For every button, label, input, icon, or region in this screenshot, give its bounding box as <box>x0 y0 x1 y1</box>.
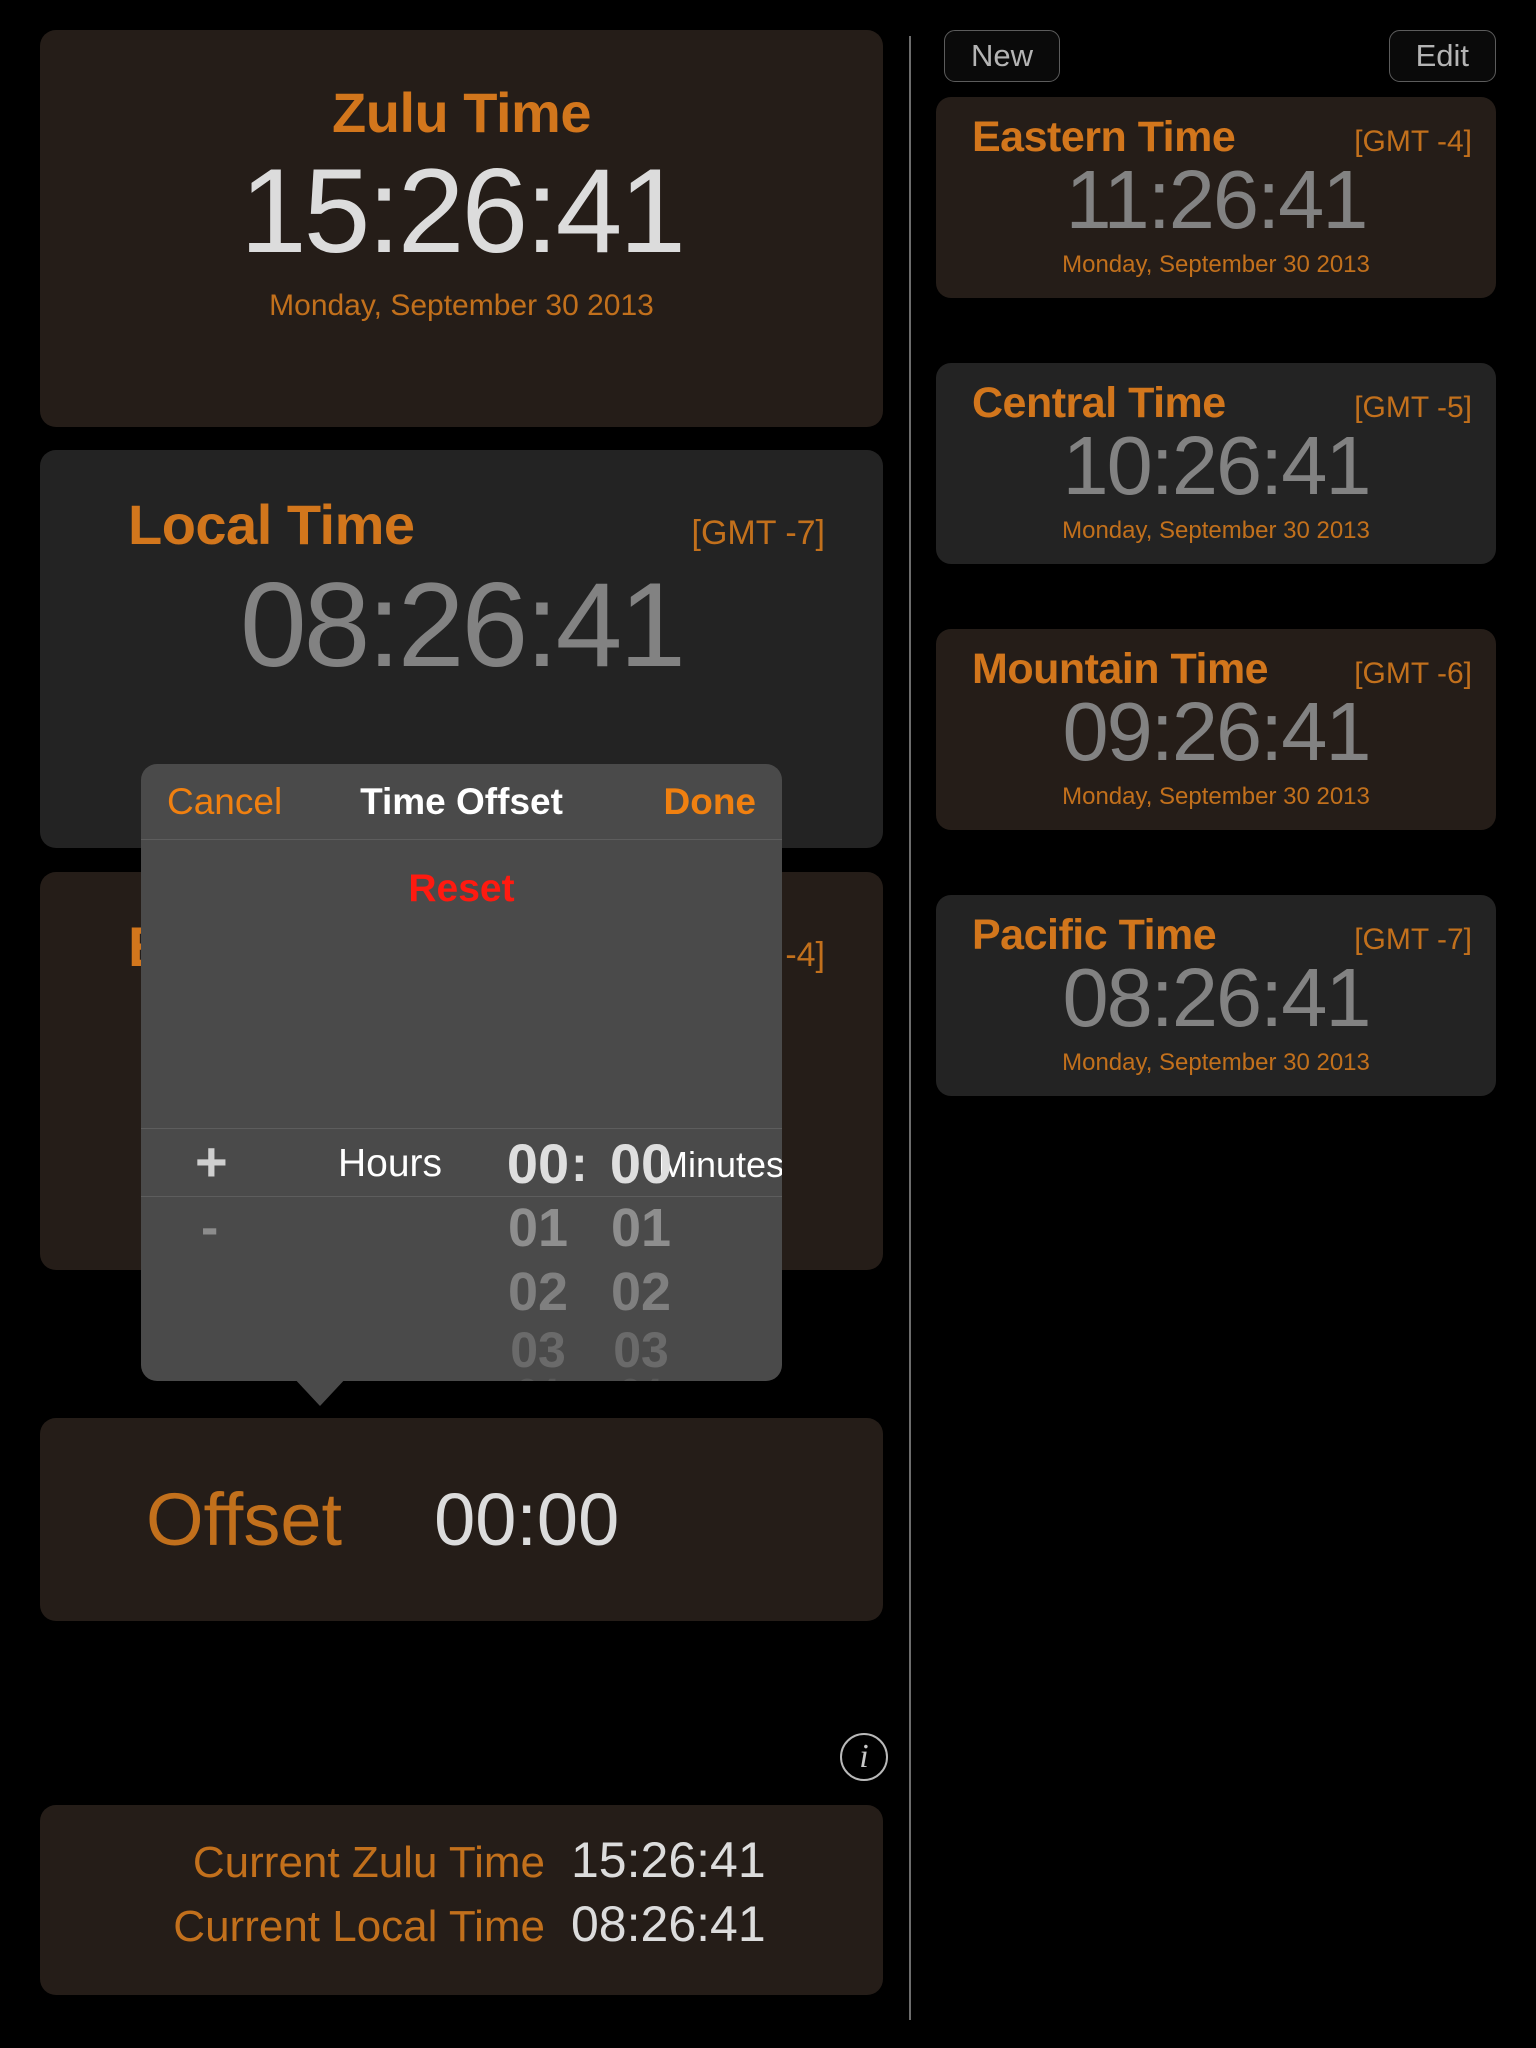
current-times-footer: Current Zulu Time 15:26:41 Current Local… <box>40 1805 883 1995</box>
zone-gmt: [GMT -6] <box>1354 657 1472 690</box>
zone-card-pacific[interactable]: Pacific Time [GMT -7] 08:26:41 Monday, S… <box>936 895 1496 1096</box>
minutes-wheel-item[interactable]: 03 <box>591 1324 691 1376</box>
current-local-label: Current Local Time <box>173 1902 545 1951</box>
minutes-wheel-item[interactable]: 02 <box>591 1260 691 1324</box>
cancel-button[interactable]: Cancel <box>167 781 282 823</box>
zulu-time-title: Zulu Time <box>332 81 591 144</box>
zone-date: Monday, September 30 2013 <box>1062 517 1370 544</box>
zone-card-central[interactable]: Central Time [GMT -5] 10:26:41 Monday, S… <box>936 363 1496 564</box>
offset-picker[interactable]: + - Hours Minutes : 00 01 02 03 04 00 01… <box>141 1128 782 1381</box>
zone-gmt: [GMT -7] <box>1354 923 1472 956</box>
hours-wheel-item[interactable]: 02 <box>488 1260 588 1324</box>
zone-gmt: [GMT -5] <box>1354 391 1472 424</box>
local-time-gmt: [GMT -7] <box>691 514 826 552</box>
edit-button[interactable]: Edit <box>1388 30 1496 82</box>
local-time-title: Local Time <box>128 493 415 556</box>
current-zulu-value: 15:26:41 <box>571 1832 766 1888</box>
hours-wheel-item[interactable]: 03 <box>488 1324 588 1376</box>
minutes-wheel-item[interactable]: 00 <box>591 1132 691 1196</box>
zone-time: 10:26:41 <box>1062 419 1371 512</box>
right-toolbar: New Edit <box>932 30 1496 82</box>
zone-date: Monday, September 30 2013 <box>1062 251 1370 278</box>
offset-card[interactable]: Offset 00:00 <box>40 1418 883 1621</box>
time-offset-popover: Cancel Time Offset Done Reset + - Hours … <box>141 764 782 1381</box>
footer-row: Current Local Time 08:26:41 <box>40 1895 883 1953</box>
zone-time: 08:26:41 <box>1062 951 1371 1044</box>
plus-sign-row-label[interactable]: + <box>195 1134 228 1190</box>
zone-date: Monday, September 30 2013 <box>1062 783 1370 810</box>
minutes-wheel[interactable]: 00 01 02 03 04 <box>591 1132 691 1381</box>
zone-card-eastern[interactable]: Eastern Time [GMT -4] 11:26:41 Monday, S… <box>936 97 1496 298</box>
offset-value: 00:00 <box>434 1478 620 1561</box>
local-time-header: Local Time [GMT -7] <box>40 450 883 557</box>
popover-arrow <box>292 1376 348 1406</box>
minutes-wheel-item[interactable]: 01 <box>591 1196 691 1260</box>
right-column: New Edit Eastern Time [GMT -4] 11:26:41 … <box>932 0 1536 2048</box>
current-local-value: 08:26:41 <box>571 1896 766 1952</box>
hours-wheel[interactable]: 00 01 02 03 04 <box>488 1132 588 1381</box>
minutes-wheel-item[interactable]: 04 <box>591 1374 691 1381</box>
hours-label: Hours <box>338 1142 443 1185</box>
zulu-time-value: 15:26:41 <box>239 144 686 278</box>
reset-button[interactable]: Reset <box>141 867 782 911</box>
zone-time: 09:26:41 <box>1062 685 1371 778</box>
zone-gmt: [GMT -4] <box>1354 125 1472 158</box>
zone-card-mountain[interactable]: Mountain Time [GMT -6] 09:26:41 Monday, … <box>936 629 1496 830</box>
current-zulu-label: Current Zulu Time <box>192 1838 545 1887</box>
picker-selection-top-rule <box>141 1128 782 1129</box>
popover-header: Cancel Time Offset Done <box>141 764 782 840</box>
hours-wheel-item[interactable]: 04 <box>488 1374 588 1381</box>
hours-wheel-item[interactable]: 01 <box>488 1196 588 1260</box>
zone-date: Monday, September 30 2013 <box>1062 1049 1370 1076</box>
zone-time: 11:26:41 <box>1065 153 1369 246</box>
zulu-time-card[interactable]: Zulu Time 15:26:41 Monday, September 30 … <box>40 30 883 427</box>
info-icon[interactable]: i <box>840 1733 888 1781</box>
done-button[interactable]: Done <box>664 781 757 823</box>
footer-row: Current Zulu Time 15:26:41 <box>40 1831 883 1889</box>
hours-wheel-item[interactable]: 00 <box>488 1132 588 1196</box>
zulu-time-date: Monday, September 30 2013 <box>269 289 654 322</box>
local-time-value: 08:26:41 <box>239 558 686 692</box>
column-divider <box>909 36 911 2020</box>
offset-label: Offset <box>146 1478 343 1561</box>
app-root: Zulu Time 15:26:41 Monday, September 30 … <box>0 0 1536 2048</box>
minus-sign-row-label[interactable]: - <box>201 1202 218 1254</box>
new-button[interactable]: New <box>944 30 1061 82</box>
